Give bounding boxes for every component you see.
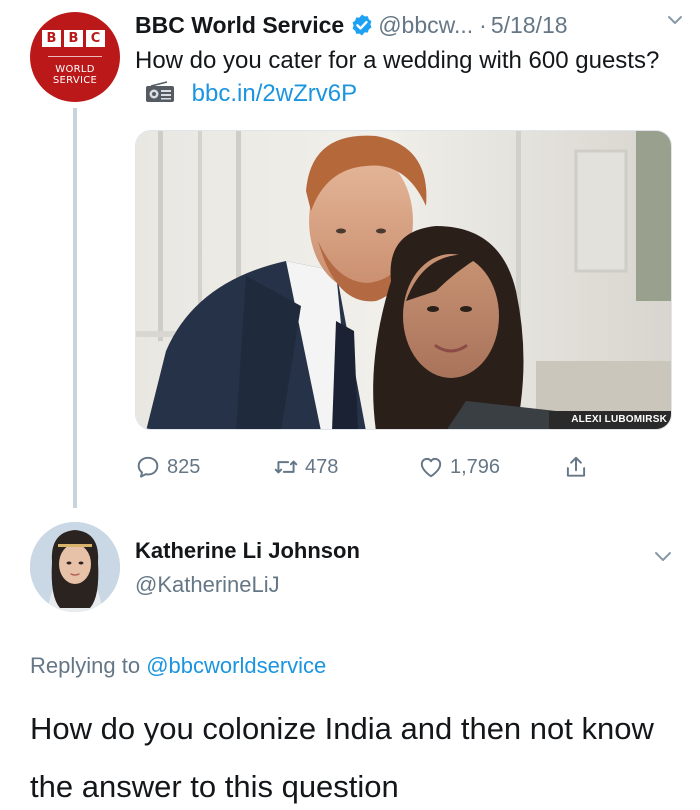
reply-icon (137, 456, 159, 478)
heart-icon (420, 457, 442, 478)
avatar[interactable]: B B C WORLD SERVICE (30, 12, 120, 102)
photo-credit: ALEXI LUBOMIRSK (549, 411, 671, 429)
retweet-count: 478 (305, 455, 339, 478)
tweet-header: BBC World Service @bbcw... · 5/18/18 (135, 8, 685, 42)
profile-photo (30, 522, 120, 612)
mention-link[interactable]: @bbcworldservice (146, 653, 326, 678)
author-name[interactable]: BBC World Service (135, 12, 344, 39)
replying-to: Replying to @bbcworldservice (30, 653, 327, 678)
retweet-button[interactable]: 478 (273, 452, 338, 482)
reply-count: 825 (167, 455, 201, 478)
tweet-link[interactable]: bbc.in/2wZrv6P (192, 80, 357, 107)
couple-photo (136, 131, 671, 429)
reply-text: How do you colonize India and then not k… (30, 711, 654, 804)
tweet-photo[interactable]: ALEXI LUBOMIRSK (135, 130, 672, 430)
tweet-actions: 825 478 1,796 (135, 452, 635, 482)
tweet-text: How do you cater for a wedding with 600 … (135, 47, 660, 107)
avatar[interactable] (30, 522, 120, 612)
chevron-down-icon[interactable] (652, 545, 674, 567)
logo-service-text: WORLD SERVICE (52, 64, 98, 86)
original-tweet: B B C WORLD SERVICE BBC World Service @b… (0, 0, 700, 520)
share-icon (566, 456, 586, 477)
thread-line (73, 108, 77, 508)
chevron-down-icon[interactable] (665, 10, 685, 30)
radio-icon (146, 81, 174, 102)
tweet-date[interactable]: 5/18/18 (491, 12, 568, 39)
reply-button[interactable]: 825 (135, 452, 200, 482)
author-handle[interactable]: @bbcw... (378, 12, 473, 39)
like-count: 1,796 (450, 455, 501, 478)
like-button[interactable]: 1,796 (418, 452, 500, 482)
retweet-icon (274, 460, 298, 474)
separator-dot: · (479, 11, 487, 38)
logo-divider (48, 56, 102, 57)
reply-author-name[interactable]: Katherine Li Johnson (135, 538, 360, 564)
verified-badge-icon (352, 14, 372, 36)
bbc-logo: B B C (42, 30, 105, 47)
share-button[interactable] (563, 452, 595, 482)
reply-author-handle[interactable]: @KatherineLiJ (135, 572, 280, 598)
